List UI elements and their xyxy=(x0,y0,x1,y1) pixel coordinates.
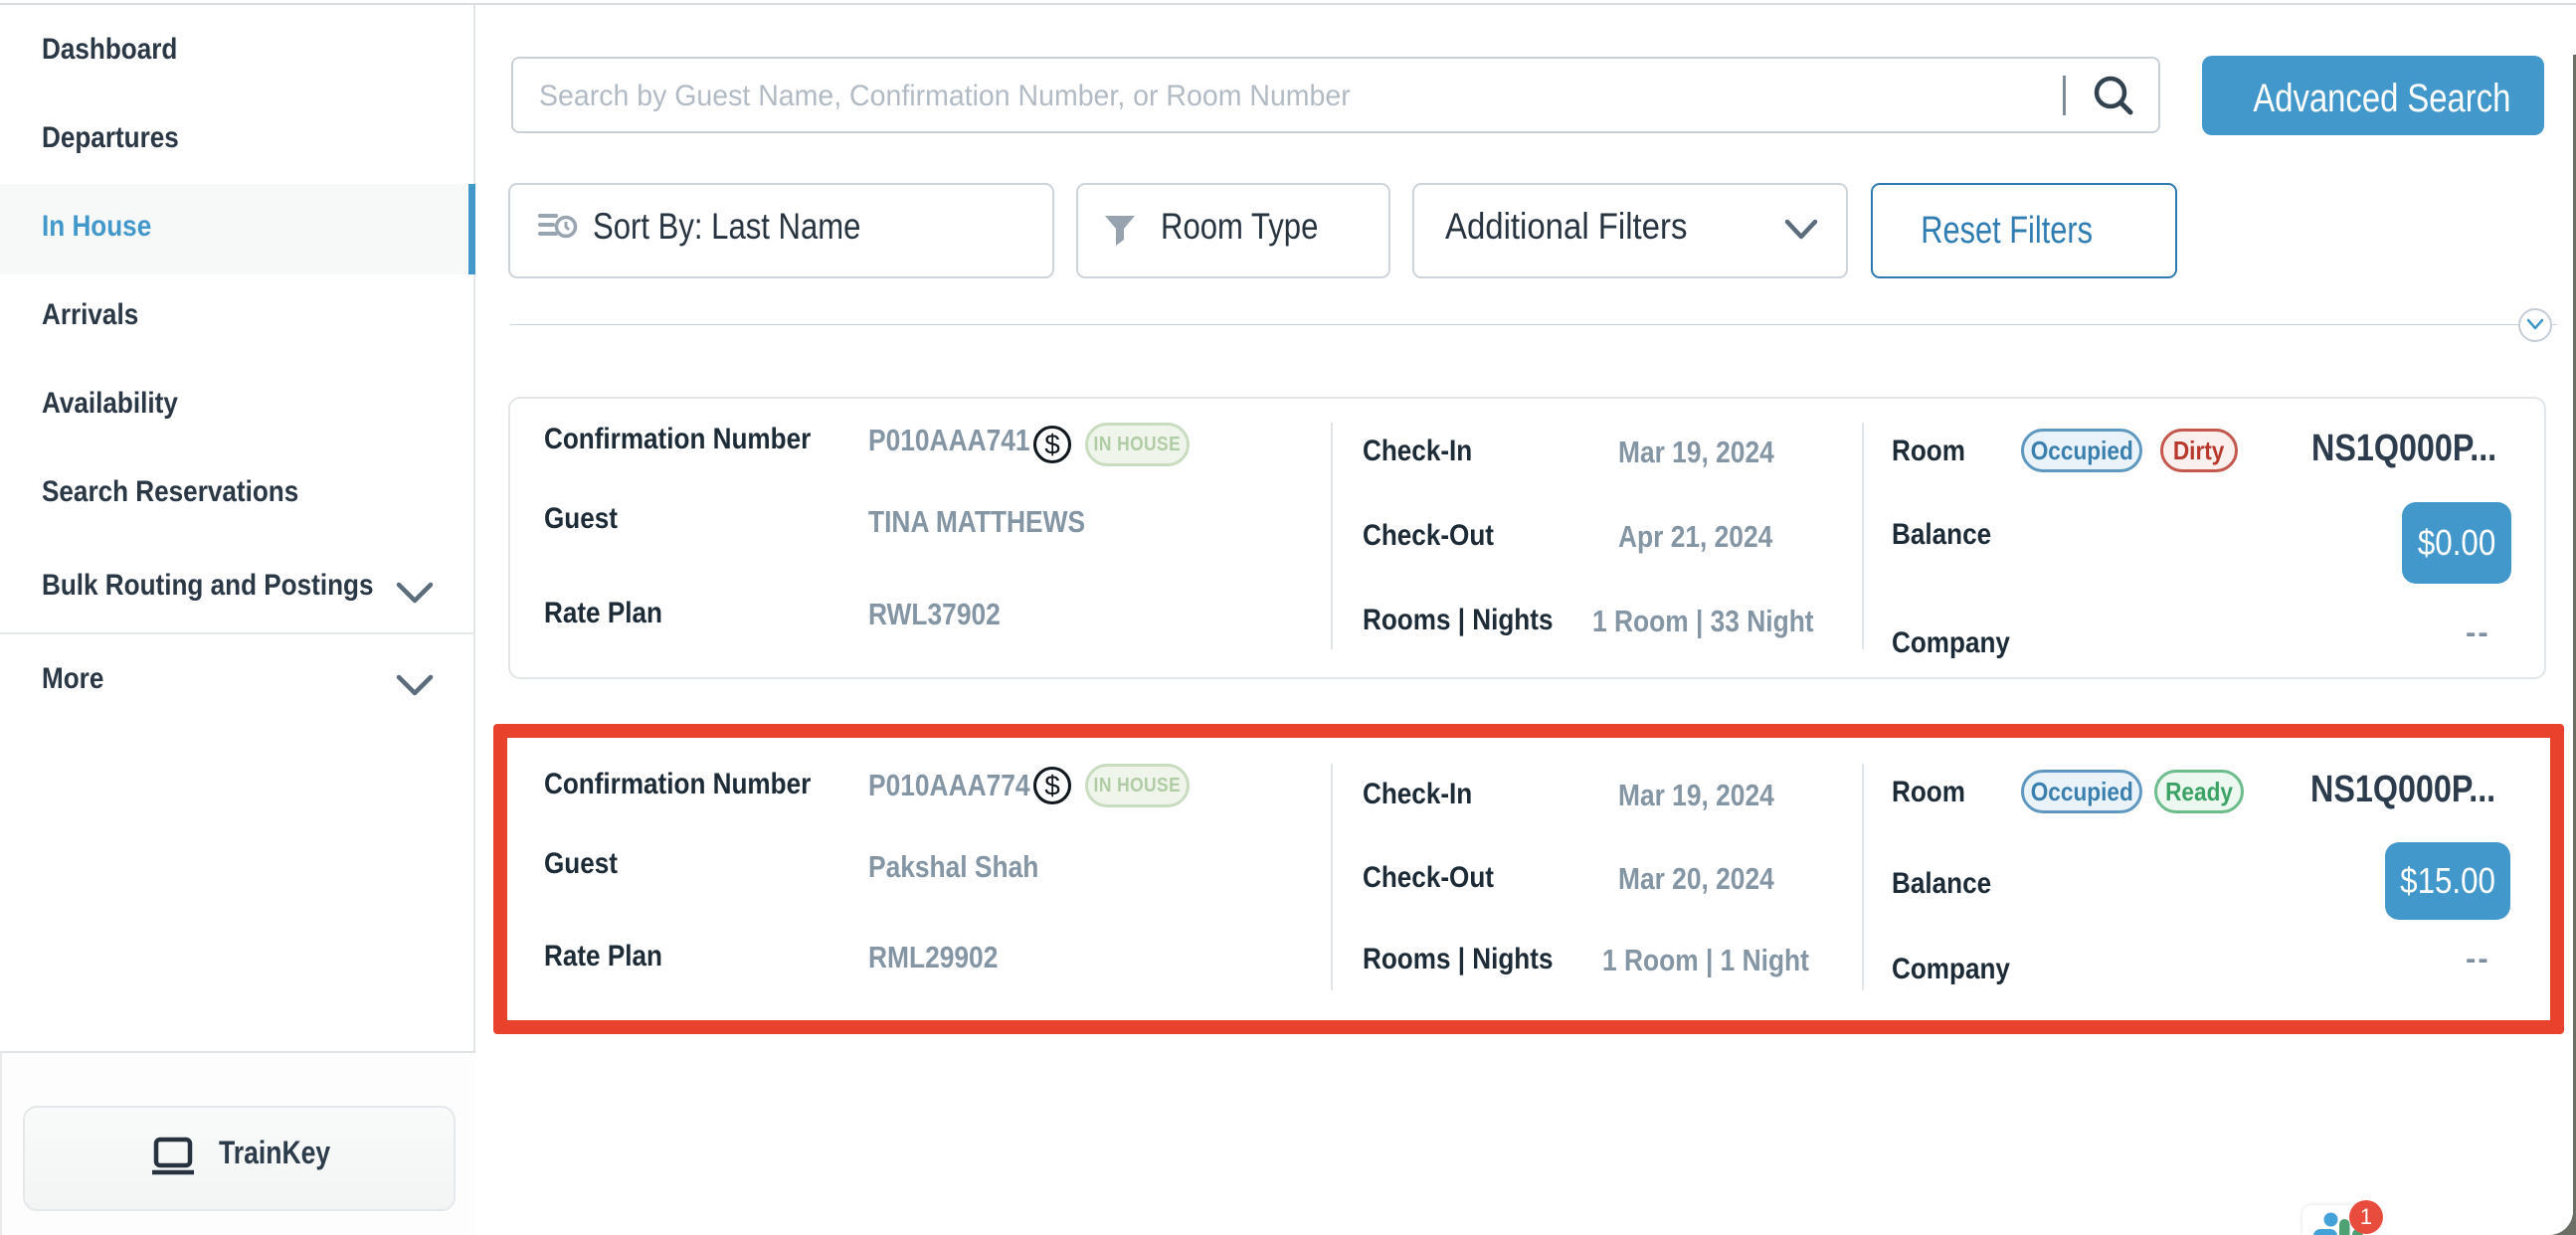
svg-text:$: $ xyxy=(1044,430,1060,460)
svg-text:$: $ xyxy=(1044,771,1060,801)
